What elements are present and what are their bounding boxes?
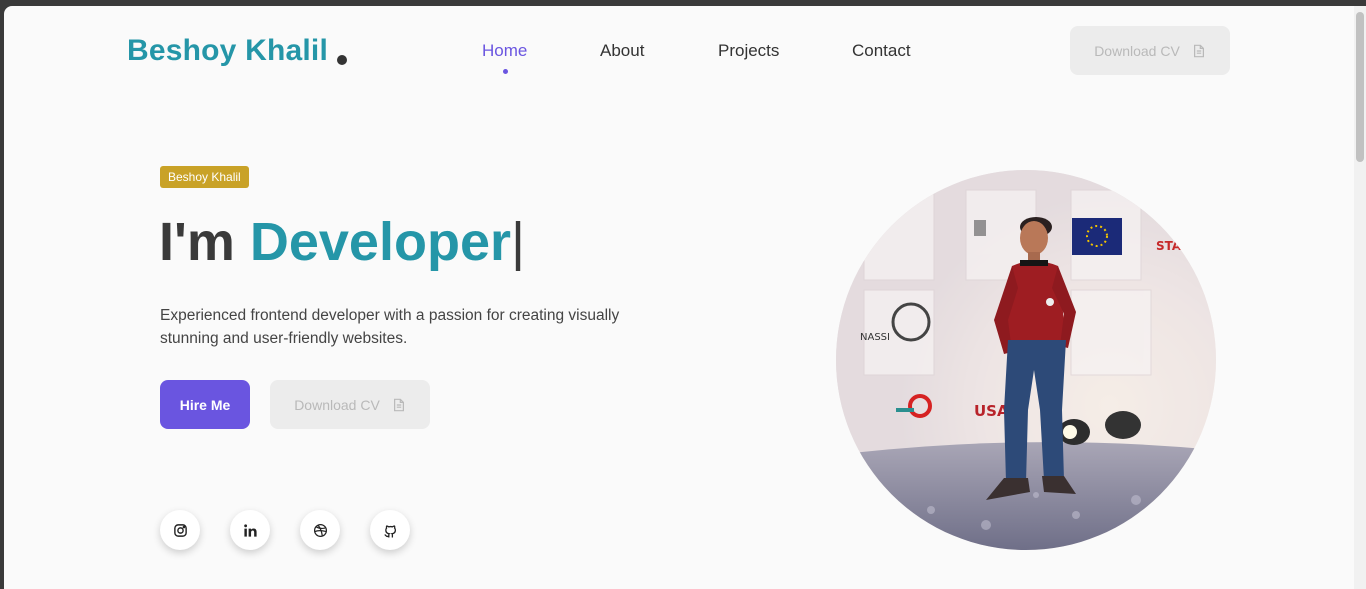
download-cv-label: Download CV [294,396,380,413]
hero-download-cv-button[interactable]: Download CV [270,380,430,429]
linkedin-icon [243,523,257,537]
nav-home[interactable]: Home [482,41,527,61]
hire-me-button[interactable]: Hire Me [160,380,250,429]
document-icon [393,398,404,411]
browser-viewport: Beshoy Khalil Home About Projects Contac… [4,6,1366,589]
nav-projects[interactable]: Projects [718,41,779,61]
header-download-cv-button[interactable]: Download CV [1070,26,1230,75]
hero-description: Experienced frontend developer with a pa… [160,307,620,347]
svg-text:STA: STA [1156,239,1182,253]
nav-active-indicator [503,69,508,74]
svg-text:USA: USA [974,402,1009,420]
instagram-link[interactable] [160,510,200,550]
github-icon [383,524,396,538]
scrollbar-thumb[interactable] [1356,12,1364,162]
dribbble-icon [313,523,327,537]
nav-contact[interactable]: Contact [852,41,911,61]
document-icon [1193,44,1204,57]
dribbble-link[interactable] [300,510,340,550]
download-cv-label: Download CV [1094,42,1180,59]
typing-caret: | [511,212,526,272]
logo-dot [337,55,347,65]
nav-about[interactable]: About [600,41,644,61]
svg-text:NASSI: NASSI [860,332,890,343]
profile-photo-scene: NASSI USA STA [836,170,1216,550]
hero-headline: I'm Developer| [159,211,525,273]
headline-role: Developer [249,212,511,272]
name-badge: Beshoy Khalil [160,166,249,188]
instagram-icon [173,523,187,537]
profile-photo: NASSI USA STA [836,170,1216,550]
github-link[interactable] [370,510,410,550]
headline-prefix: I'm [159,212,235,272]
linkedin-link[interactable] [230,510,270,550]
site-logo[interactable]: Beshoy Khalil [127,34,328,68]
page-scrollbar[interactable] [1354,6,1366,589]
